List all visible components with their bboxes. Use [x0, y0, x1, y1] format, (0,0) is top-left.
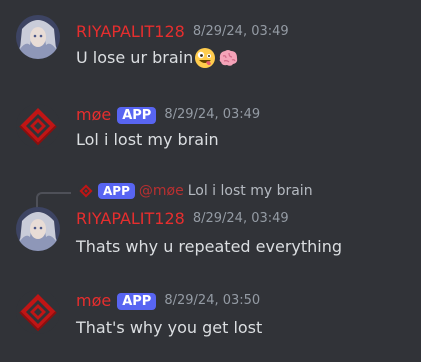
message-item[interactable]: møe APP 8/29/24, 03:50 That's why you ge…: [0, 280, 421, 360]
bot-avatar[interactable]: [16, 104, 60, 148]
app-badge: APP: [98, 183, 135, 199]
message-item[interactable]: RIYAPALIT128 8/29/24, 03:49 Thats why u …: [0, 200, 421, 270]
user-avatar[interactable]: [16, 15, 60, 59]
user-avatar[interactable]: [16, 207, 60, 251]
message-item[interactable]: RIYAPALIT128 8/29/24, 03:49 U lose ur br…: [0, 0, 421, 80]
message-text: Lol i lost my brain: [76, 130, 219, 149]
timestamp: 8/29/24, 03:49: [192, 24, 289, 39]
username[interactable]: møe: [76, 291, 111, 311]
bot-avatar[interactable]: [16, 290, 60, 334]
reply-text: Lol i lost my brain: [187, 183, 313, 199]
reply-avatar: [78, 183, 94, 199]
message-content: U lose ur brain: [76, 47, 239, 69]
zany-face-icon: [194, 47, 216, 69]
app-badge: APP: [117, 106, 157, 124]
message-text: Thats why u repeated everything: [76, 237, 343, 256]
message-text: That's why you get lost: [76, 318, 263, 337]
timestamp: 8/29/24, 03:50: [164, 293, 261, 308]
message-content: That's why you get lost: [76, 317, 262, 339]
app-badge: APP: [117, 292, 157, 310]
reply-reference[interactable]: APP @møe Lol i lost my brain: [78, 181, 313, 201]
reply-mention[interactable]: @møe: [139, 183, 184, 199]
username[interactable]: RIYAPALIT128: [76, 22, 185, 42]
message-item[interactable]: møe APP 8/29/24, 03:49 Lol i lost my bra…: [0, 90, 421, 170]
username[interactable]: møe: [76, 105, 111, 125]
brain-icon: [217, 47, 239, 69]
chat-messages: RIYAPALIT128 8/29/24, 03:49 U lose ur br…: [0, 0, 421, 362]
timestamp: 8/29/24, 03:49: [192, 211, 289, 226]
message-text: U lose ur brain: [76, 48, 194, 67]
message-content: Thats why u repeated everything: [76, 236, 342, 258]
username[interactable]: RIYAPALIT128: [76, 209, 185, 229]
timestamp: 8/29/24, 03:49: [164, 107, 261, 122]
message-content: Lol i lost my brain: [76, 129, 219, 151]
